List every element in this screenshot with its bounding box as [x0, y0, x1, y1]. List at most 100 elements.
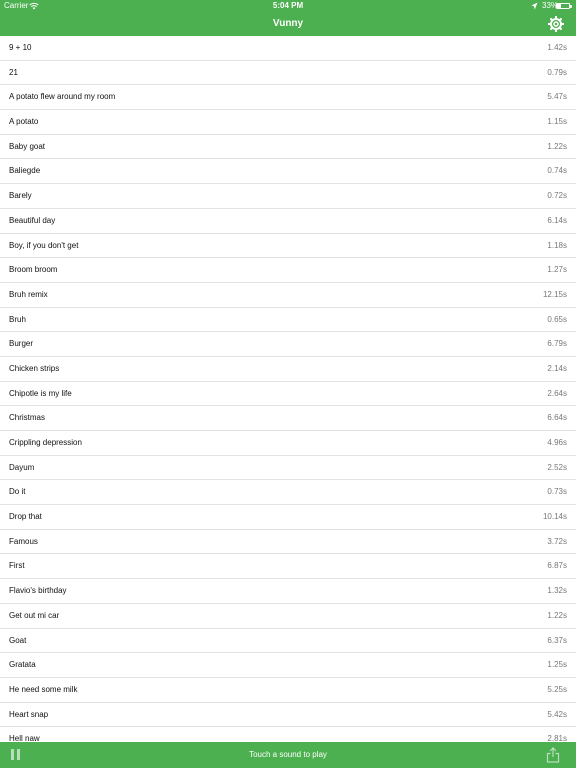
location-arrow-icon: [531, 2, 538, 10]
battery-nub: [570, 5, 572, 8]
sound-duration: 6.87s: [547, 561, 567, 571]
sound-name: A potato flew around my room: [9, 92, 116, 102]
bottom-bar: Touch a sound to play: [0, 742, 576, 768]
sound-duration: 1.32s: [547, 586, 567, 596]
sound-name: Heart snap: [9, 709, 49, 719]
sound-duration: 6.14s: [547, 215, 567, 225]
sound-row[interactable]: Burger 6.79s: [0, 332, 576, 357]
sound-row[interactable]: Christmas 6.64s: [0, 406, 576, 431]
sound-row[interactable]: Get out mi car 1.22s: [0, 604, 576, 629]
status-bar: Carrier 5:04 PM 33%: [0, 0, 576, 12]
sound-name: Chicken strips: [9, 363, 60, 373]
sound-row[interactable]: Famous 3.72s: [0, 530, 576, 555]
sound-row[interactable]: Crippling depression 4.96s: [0, 431, 576, 456]
sound-row[interactable]: Hell naw 2.81s: [0, 727, 576, 742]
sound-row[interactable]: Baliegde 0.74s: [0, 159, 576, 185]
sound-name: Do it: [9, 487, 26, 497]
sound-duration: 0.74s: [547, 166, 567, 176]
sound-duration: 1.15s: [547, 117, 567, 127]
sound-row[interactable]: Do it 0.73s: [0, 480, 576, 506]
sound-row[interactable]: 21 0.79s: [0, 61, 576, 86]
sound-duration: 0.79s: [547, 67, 567, 77]
sound-row[interactable]: Goat 6.37s: [0, 629, 576, 654]
sound-duration: 5.42s: [547, 709, 567, 719]
sound-duration: 3.72s: [547, 536, 567, 546]
sound-name: 21: [9, 67, 18, 77]
sound-duration: 0.72s: [547, 191, 567, 201]
sound-row[interactable]: A potato 1.15s: [0, 110, 576, 135]
sound-name: Baby goat: [9, 141, 46, 151]
sound-name: Bruh remix: [9, 289, 48, 299]
sound-duration: 5.47s: [547, 92, 567, 102]
sound-row[interactable]: Bruh 0.65s: [0, 308, 576, 333]
sound-name: Gratata: [9, 660, 36, 670]
sound-duration: 1.25s: [547, 660, 567, 670]
battery-icon: [556, 3, 572, 9]
sound-row[interactable]: He need some milk 5.25s: [0, 678, 576, 703]
sound-row[interactable]: Flavio's birthday 1.32s: [0, 579, 576, 604]
top-bar: Carrier 5:04 PM 33% Vunny: [0, 0, 576, 36]
sound-duration: 0.65s: [547, 314, 567, 324]
settings-button[interactable]: [546, 14, 566, 34]
sound-row[interactable]: Boy, if you don't get 1.18s: [0, 234, 576, 259]
sound-name: He need some milk: [9, 684, 78, 694]
share-icon[interactable]: [546, 747, 560, 763]
sound-name: Barely: [9, 191, 32, 201]
sound-name: Beautiful day: [9, 215, 56, 225]
sound-name: Goat: [9, 635, 27, 645]
sound-name: First: [9, 561, 25, 571]
sound-row[interactable]: A potato flew around my room 5.47s: [0, 85, 576, 111]
sound-name: A potato: [9, 117, 39, 127]
sound-duration: 2.14s: [547, 363, 567, 373]
sound-row[interactable]: Heart snap 5.42s: [0, 703, 576, 728]
sound-row[interactable]: Drop that 10.14s: [0, 505, 576, 530]
app-window: Carrier 5:04 PM 33% Vunny 9 + 10 1.42s 2…: [0, 0, 576, 768]
sound-name: Crippling depression: [9, 438, 82, 447]
gear-icon: [548, 16, 564, 32]
sound-duration: 2.81s: [547, 734, 567, 742]
sound-row[interactable]: 9 + 10 1.42s: [0, 36, 576, 61]
sound-name: Baliegde: [9, 166, 41, 176]
sound-duration: 6.79s: [547, 339, 567, 349]
sound-name: Burger: [9, 339, 34, 349]
sound-name: 9 + 10: [9, 43, 32, 52]
sound-name: Christmas: [9, 413, 46, 423]
sound-name: Get out mi car: [9, 610, 60, 620]
sound-name: Bruh: [9, 314, 26, 324]
sound-duration: 6.64s: [547, 413, 567, 423]
status-time: 5:04 PM: [272, 1, 304, 10]
sound-duration: 10.14s: [542, 512, 567, 522]
sound-duration: 1.18s: [547, 240, 567, 250]
sound-duration: 0.73s: [547, 487, 567, 497]
sound-duration: 1.42s: [547, 43, 567, 52]
sound-row[interactable]: Chipotle is my life 2.64s: [0, 382, 576, 407]
sound-row[interactable]: Chicken strips 2.14s: [0, 357, 576, 382]
sound-duration: 1.22s: [547, 141, 567, 151]
play-hint: Touch a sound to play: [249, 750, 327, 759]
sound-name: Flavio's birthday: [9, 586, 67, 596]
sound-row[interactable]: Beautiful day 6.14s: [0, 209, 576, 234]
sound-row[interactable]: Bruh remix 12.15s: [0, 283, 576, 308]
sound-duration: 1.22s: [547, 610, 567, 620]
sound-name: Broom broom: [9, 265, 58, 275]
sound-row[interactable]: Dayum 2.52s: [0, 456, 576, 481]
sound-duration: 2.52s: [547, 462, 567, 472]
sound-duration: 4.96s: [547, 438, 567, 447]
sound-name: Boy, if you don't get: [9, 240, 79, 250]
sound-row[interactable]: Barely 0.72s: [0, 184, 576, 209]
sound-row[interactable]: Gratata 1.25s: [0, 653, 576, 678]
page-title: Vunny: [272, 18, 304, 29]
sound-duration: 6.37s: [547, 635, 567, 645]
sound-row[interactable]: Baby goat 1.22s: [0, 135, 576, 160]
sound-duration: 1.27s: [547, 265, 567, 275]
sound-row[interactable]: First 6.87s: [0, 554, 576, 580]
sound-name: Drop that: [9, 512, 42, 522]
sound-duration: 12.15s: [542, 289, 567, 299]
sound-list[interactable]: 9 + 10 1.42s 21 0.79s A potato flew around m…: [0, 36, 576, 742]
sound-name: Chipotle is my life: [9, 388, 72, 398]
battery-level: [557, 4, 561, 8]
sound-name: Famous: [9, 536, 38, 546]
sound-row[interactable]: Broom broom 1.27s: [0, 258, 576, 283]
sound-duration: 5.25s: [547, 684, 567, 694]
sound-name: Dayum: [9, 462, 35, 472]
